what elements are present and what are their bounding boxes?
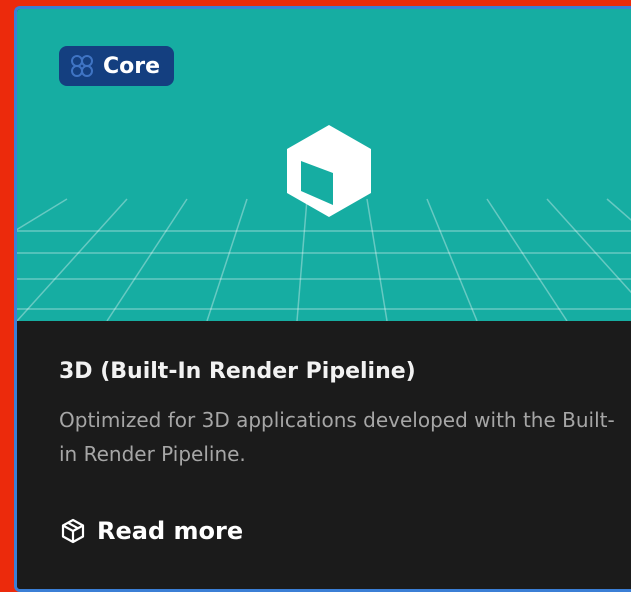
card-description: Optimized for 3D applications developed … <box>59 408 615 466</box>
core-icon <box>71 55 93 77</box>
card-title: 3D (Built-In Render Pipeline) <box>59 359 416 384</box>
core-badge: Core <box>59 46 175 86</box>
template-card[interactable]: Core 3D (Built-In Render Pipeline) Optim… <box>14 6 631 592</box>
template-preview: Core <box>17 9 631 321</box>
card-content: 3D (Built-In Render Pipeline) Optimized … <box>17 321 631 589</box>
read-more-link[interactable]: Read more <box>59 517 243 545</box>
read-more-label: Read more <box>97 517 244 545</box>
badge-label: Core <box>103 53 161 79</box>
package-icon <box>61 518 85 544</box>
cube-icon <box>287 125 371 217</box>
